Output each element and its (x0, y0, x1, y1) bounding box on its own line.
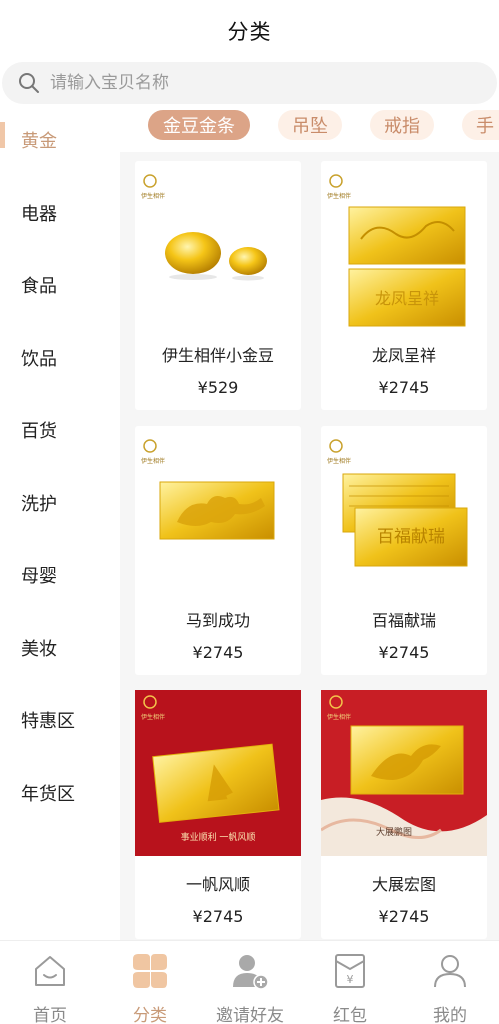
sidebar-item-gold[interactable]: 黄金 (0, 104, 120, 177)
baifu-gold-bar-image: 伊生相伴 百福献瑞 (327, 439, 468, 567)
product-price: ¥529 (197, 378, 239, 397)
product-price: ¥2745 (378, 378, 430, 397)
product-name: 一帆风顺 (185, 875, 250, 894)
svg-text:伊生相伴: 伊生相伴 (141, 192, 165, 200)
sailing-gold-bar-image: 伊生相伴 事业顺利 一帆风顺 (135, 690, 301, 856)
sidebar-item-drinks[interactable]: 饮品 (0, 322, 120, 395)
nav-label: 首页 (33, 1006, 67, 1024)
sidebar-item-label: 百货 (21, 421, 57, 443)
sidebar-item-food[interactable]: 食品 (0, 249, 120, 322)
svg-text:¥: ¥ (347, 973, 354, 986)
bottom-navigation: 首页 分类 邀请好友 ¥ 红包 我的 (0, 940, 499, 1024)
search-icon (19, 73, 39, 93)
sidebar-item-label: 母婴 (21, 566, 57, 588)
sidebar-item-label: 食品 (21, 276, 57, 298)
product-name: 百福献瑞 (371, 611, 436, 630)
category-icon (133, 954, 167, 988)
brand-logo: 伊生相伴 (141, 439, 165, 465)
sidebar-item-label: 特惠区 (21, 711, 75, 733)
nav-label: 红包 (333, 1006, 367, 1024)
sidebar-item-new-year-goods[interactable]: 年货区 (0, 757, 120, 830)
dragon-phoenix-gold-bar-image: 伊生相伴 龙凤呈祥 (327, 174, 466, 327)
tab-bracelet[interactable]: 手 (462, 110, 499, 140)
tab-gold-beans-bars[interactable]: 金豆金条 (148, 110, 250, 140)
sidebar-item-beauty[interactable]: 美妆 (0, 612, 120, 685)
product-name: 龙凤呈祥 (371, 346, 436, 365)
product-name: 伊生相伴小金豆 (161, 346, 274, 365)
svg-text:龙凤呈祥: 龙凤呈祥 (375, 289, 439, 308)
product-price: ¥2745 (378, 907, 430, 926)
nav-red-packet[interactable]: ¥ 红包 (300, 941, 400, 1024)
subcategory-tabs: 金豆金条 吊坠 戒指 手 (120, 104, 499, 152)
product-price: ¥2745 (192, 643, 244, 662)
app-screen: 分类 黄金 电器 食品 饮品 百货 洗护 母婴 美妆 特惠区 年货区 金豆金条 … (0, 0, 499, 1024)
sidebar-item-appliances[interactable]: 电器 (0, 177, 120, 250)
nav-invite-friends[interactable]: 邀请好友 (200, 941, 300, 1024)
svg-text:大展鹏图: 大展鹏图 (376, 826, 412, 838)
eagle-gold-bar-image: 伊生相伴 大展鹏图 (321, 690, 487, 856)
search-input[interactable] (50, 73, 450, 93)
svg-text:伊生相伴: 伊生相伴 (327, 192, 351, 200)
product-grid: 伊生相伴 伊生相伴小金豆 ¥529 伊生相伴 龙凤呈祥 龙凤呈祥 ¥2745 伊… (120, 152, 499, 940)
tab-label: 戒指 (384, 116, 420, 137)
sidebar-item-label: 洗护 (21, 493, 57, 515)
header-bar: 分类 (0, 0, 499, 62)
product-name: 大展宏图 (371, 875, 436, 894)
product-card[interactable]: 伊生相伴 伊生相伴小金豆 ¥529 (135, 161, 301, 410)
product-price: ¥2745 (378, 643, 430, 662)
brand-logo: 伊生相伴 (327, 174, 351, 200)
product-card[interactable]: 伊生相伴 百福献瑞 百福献瑞 ¥2745 (321, 426, 487, 675)
nav-label: 分类 (133, 1006, 167, 1024)
brand-logo: 伊生相伴 (141, 174, 165, 200)
category-sidebar: 黄金 电器 食品 饮品 百货 洗护 母婴 美妆 特惠区 年货区 (0, 104, 120, 940)
search-bar (0, 62, 499, 104)
svg-text:伊生相伴: 伊生相伴 (327, 713, 351, 721)
tab-label: 吊坠 (292, 116, 328, 137)
tab-label: 金豆金条 (163, 116, 235, 137)
horse-gold-bar-image: 伊生相伴 (141, 439, 275, 540)
svg-text:伊生相伴: 伊生相伴 (141, 713, 165, 721)
gold-beans-image: 伊生相伴 (141, 174, 267, 281)
sidebar-item-label: 电器 (21, 203, 57, 225)
nav-category[interactable]: 分类 (100, 941, 200, 1024)
svg-text:伊生相伴: 伊生相伴 (141, 457, 165, 465)
tab-pendant[interactable]: 吊坠 (278, 110, 342, 140)
red-packet-icon: ¥ (335, 954, 365, 988)
brand-logo: 伊生相伴 (327, 439, 351, 465)
svg-text:事业顺利 一帆风顺: 事业顺利 一帆风顺 (181, 831, 256, 843)
product-card[interactable]: 伊生相伴 龙凤呈祥 龙凤呈祥 ¥2745 (321, 161, 487, 410)
sidebar-item-special-offers[interactable]: 特惠区 (0, 684, 120, 757)
svg-text:伊生相伴: 伊生相伴 (327, 457, 351, 465)
nav-home[interactable]: 首页 (0, 941, 100, 1024)
sidebar-item-label: 饮品 (21, 348, 57, 370)
product-name: 马到成功 (185, 611, 250, 630)
nav-label: 邀请好友 (216, 1006, 284, 1024)
nav-profile[interactable]: 我的 (400, 941, 499, 1024)
product-card[interactable]: 伊生相伴 马到成功 ¥2745 (135, 426, 301, 675)
tab-ring[interactable]: 戒指 (370, 110, 434, 140)
home-icon (35, 956, 65, 986)
profile-icon (434, 955, 466, 988)
sidebar-item-personal-care[interactable]: 洗护 (0, 467, 120, 540)
product-card[interactable]: 伊生相伴 大展鹏图 大展宏图 ¥2745 (321, 690, 487, 939)
product-price: ¥2745 (192, 907, 244, 926)
invite-friend-icon (233, 955, 269, 990)
page-title: 分类 (227, 20, 272, 44)
sidebar-item-label: 美妆 (21, 638, 57, 660)
svg-text:百福献瑞: 百福献瑞 (377, 527, 445, 547)
sidebar-item-label: 黄金 (21, 131, 57, 153)
nav-label: 我的 (433, 1006, 467, 1024)
sidebar-item-label: 年货区 (21, 783, 75, 805)
tab-label: 手 (476, 116, 494, 137)
search-box[interactable] (2, 62, 497, 104)
product-card[interactable]: 伊生相伴 事业顺利 一帆风顺 一帆风顺 ¥2745 (135, 690, 301, 939)
sidebar-item-general-goods[interactable]: 百货 (0, 394, 120, 467)
sidebar-item-mother-baby[interactable]: 母婴 (0, 539, 120, 612)
